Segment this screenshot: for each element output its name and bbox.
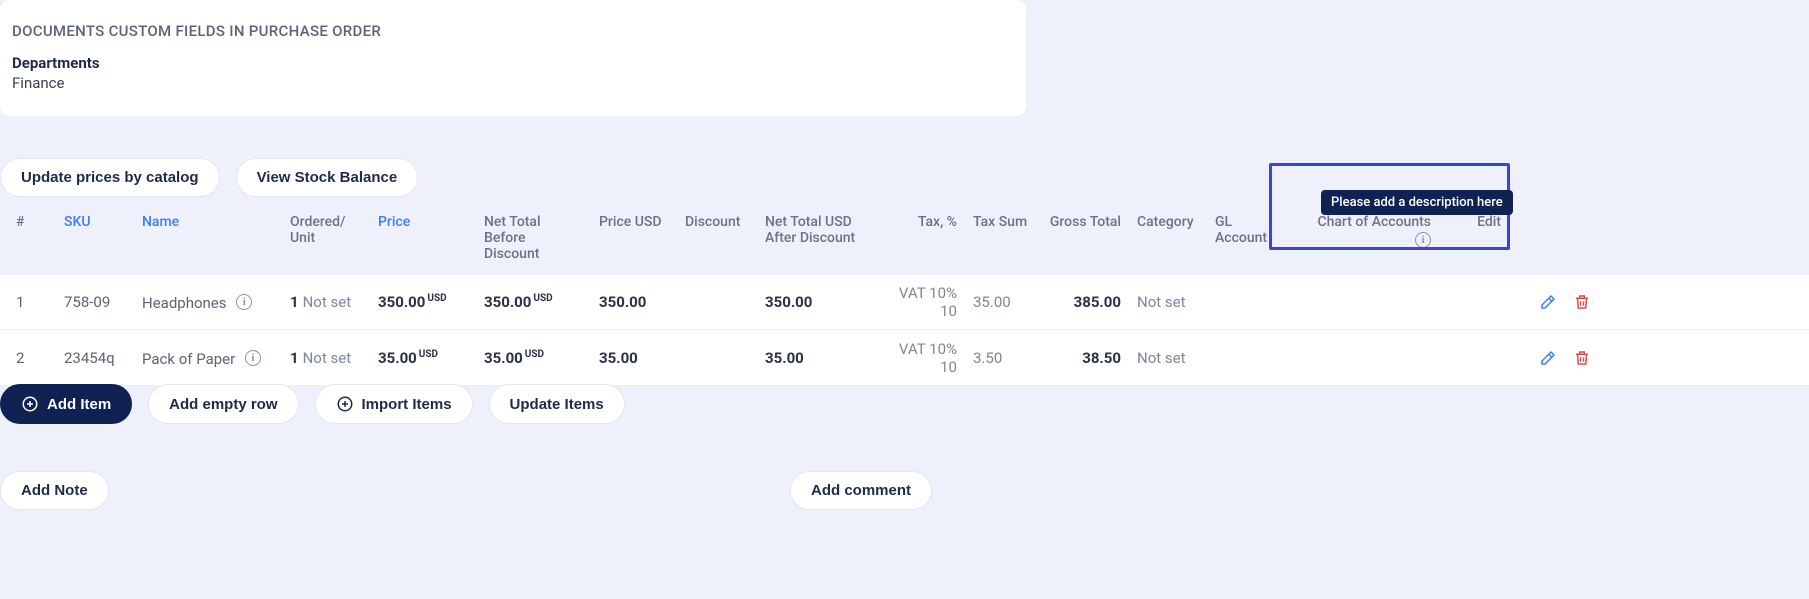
cell-index: 2 — [0, 349, 56, 367]
price-value: 350.00 — [378, 293, 425, 311]
col-header-chart-of-accounts: Chart of Accounts — [1295, 214, 1439, 250]
table-header-row: # SKU Name Ordered/ Unit Price Net Total… — [0, 206, 1809, 274]
net-before-value: 350.00 — [484, 293, 531, 311]
coa-header-label: Chart of Accounts — [1317, 214, 1431, 230]
cell-ordered-unit: 1Not set — [282, 293, 370, 311]
departments-value: Finance — [12, 74, 1008, 92]
col-header-tax: Tax, % — [873, 214, 965, 230]
cell-sku: 758-09 — [56, 293, 134, 311]
net-before-currency: USD — [533, 293, 552, 304]
ordered-unit: Not set — [303, 349, 352, 367]
trash-icon[interactable] — [1573, 349, 1591, 367]
col-header-gl-account: GL Account — [1207, 214, 1295, 246]
table-row: 2 23454q Pack of Paper 1Not set 35.00USD… — [0, 330, 1809, 386]
table-toolbar-bottom: Add Item Add empty row Import Items Upda… — [0, 384, 625, 424]
plus-circle-icon — [21, 395, 39, 413]
col-header-category: Category — [1129, 214, 1207, 230]
departments-label: Departments — [12, 54, 1008, 72]
cell-actions — [1509, 293, 1609, 311]
col-header-net-before: Net Total Before Discount — [476, 214, 591, 262]
cell-tax: VAT 10% 10 — [873, 340, 965, 376]
import-items-label: Import Items — [362, 396, 452, 413]
cell-ordered-unit: 1Not set — [282, 349, 370, 367]
table-toolbar-top: Update prices by catalog View Stock Bala… — [0, 158, 418, 197]
col-header-edit: Edit — [1439, 214, 1509, 230]
net-before-currency: USD — [525, 349, 544, 360]
price-currency: USD — [419, 349, 438, 360]
ordered-unit: Not set — [303, 293, 352, 311]
col-header-discount: Discount — [677, 214, 757, 230]
price-currency: USD — [427, 293, 446, 304]
line-items-table: # SKU Name Ordered/ Unit Price Net Total… — [0, 206, 1809, 386]
add-comment-button[interactable]: Add comment — [790, 471, 932, 510]
cell-net-after: 35.00 — [757, 349, 873, 367]
cell-gross-total: 38.50 — [1039, 349, 1129, 367]
col-header-price-usd: Price USD — [591, 214, 677, 230]
coa-tooltip: Please add a description here — [1321, 190, 1513, 215]
add-note-button[interactable]: Add Note — [0, 471, 109, 510]
add-item-label: Add Item — [47, 396, 111, 413]
update-items-button[interactable]: Update Items — [489, 384, 625, 424]
cell-net-before: 350.00USD — [476, 293, 591, 311]
net-before-value: 35.00 — [484, 349, 523, 367]
cell-actions — [1509, 349, 1609, 367]
col-header-index: # — [0, 214, 56, 230]
info-icon[interactable] — [245, 350, 261, 366]
add-empty-row-button[interactable]: Add empty row — [148, 384, 298, 424]
cell-name: Headphones — [134, 292, 282, 312]
add-item-button[interactable]: Add Item — [0, 384, 132, 424]
col-header-net-after: Net Total USD After Discount — [757, 214, 873, 246]
table-body: 1 758-09 Headphones 1Not set 350.00USD 3… — [0, 274, 1809, 386]
cell-category: Not set — [1129, 349, 1207, 367]
update-prices-button[interactable]: Update prices by catalog — [0, 158, 220, 197]
cell-name: Pack of Paper — [134, 348, 282, 368]
cell-net-before: 35.00USD — [476, 349, 591, 367]
custom-fields-title: DOCUMENTS CUSTOM FIELDS IN PURCHASE ORDE… — [12, 22, 1008, 40]
cell-price: 350.00USD — [370, 293, 476, 311]
cell-price-usd: 350.00 — [591, 293, 677, 311]
cell-tax: VAT 10% 10 — [873, 284, 965, 320]
table-row: 1 758-09 Headphones 1Not set 350.00USD 3… — [0, 274, 1809, 330]
edit-icon[interactable] — [1539, 293, 1557, 311]
col-header-price[interactable]: Price — [370, 214, 476, 230]
col-header-gross-total: Gross Total — [1039, 214, 1129, 230]
cell-price-usd: 35.00 — [591, 349, 677, 367]
cell-tax-sum: 3.50 — [965, 349, 1039, 367]
info-icon[interactable] — [1415, 232, 1431, 248]
cell-sku: 23454q — [56, 349, 134, 367]
cell-index: 1 — [0, 293, 56, 311]
price-value: 35.00 — [378, 349, 417, 367]
edit-icon[interactable] — [1539, 349, 1557, 367]
col-header-name[interactable]: Name — [134, 214, 282, 230]
cell-category: Not set — [1129, 293, 1207, 311]
col-header-ordered-unit: Ordered/ Unit — [282, 214, 370, 246]
view-stock-button[interactable]: View Stock Balance — [236, 158, 419, 197]
cell-gross-total: 385.00 — [1039, 293, 1129, 311]
ordered-qty: 1 — [290, 349, 299, 367]
col-header-sku[interactable]: SKU — [56, 214, 134, 230]
cell-net-after: 350.00 — [757, 293, 873, 311]
trash-icon[interactable] — [1573, 293, 1591, 311]
plus-circle-icon — [336, 395, 354, 413]
info-icon[interactable] — [236, 294, 252, 310]
item-name: Headphones — [142, 294, 227, 312]
import-items-button[interactable]: Import Items — [315, 384, 473, 424]
col-header-tax-sum: Tax Sum — [965, 214, 1039, 230]
item-name: Pack of Paper — [142, 350, 235, 368]
cell-tax-sum: 35.00 — [965, 293, 1039, 311]
cell-price: 35.00USD — [370, 349, 476, 367]
custom-fields-card: DOCUMENTS CUSTOM FIELDS IN PURCHASE ORDE… — [0, 0, 1026, 116]
ordered-qty: 1 — [290, 293, 299, 311]
